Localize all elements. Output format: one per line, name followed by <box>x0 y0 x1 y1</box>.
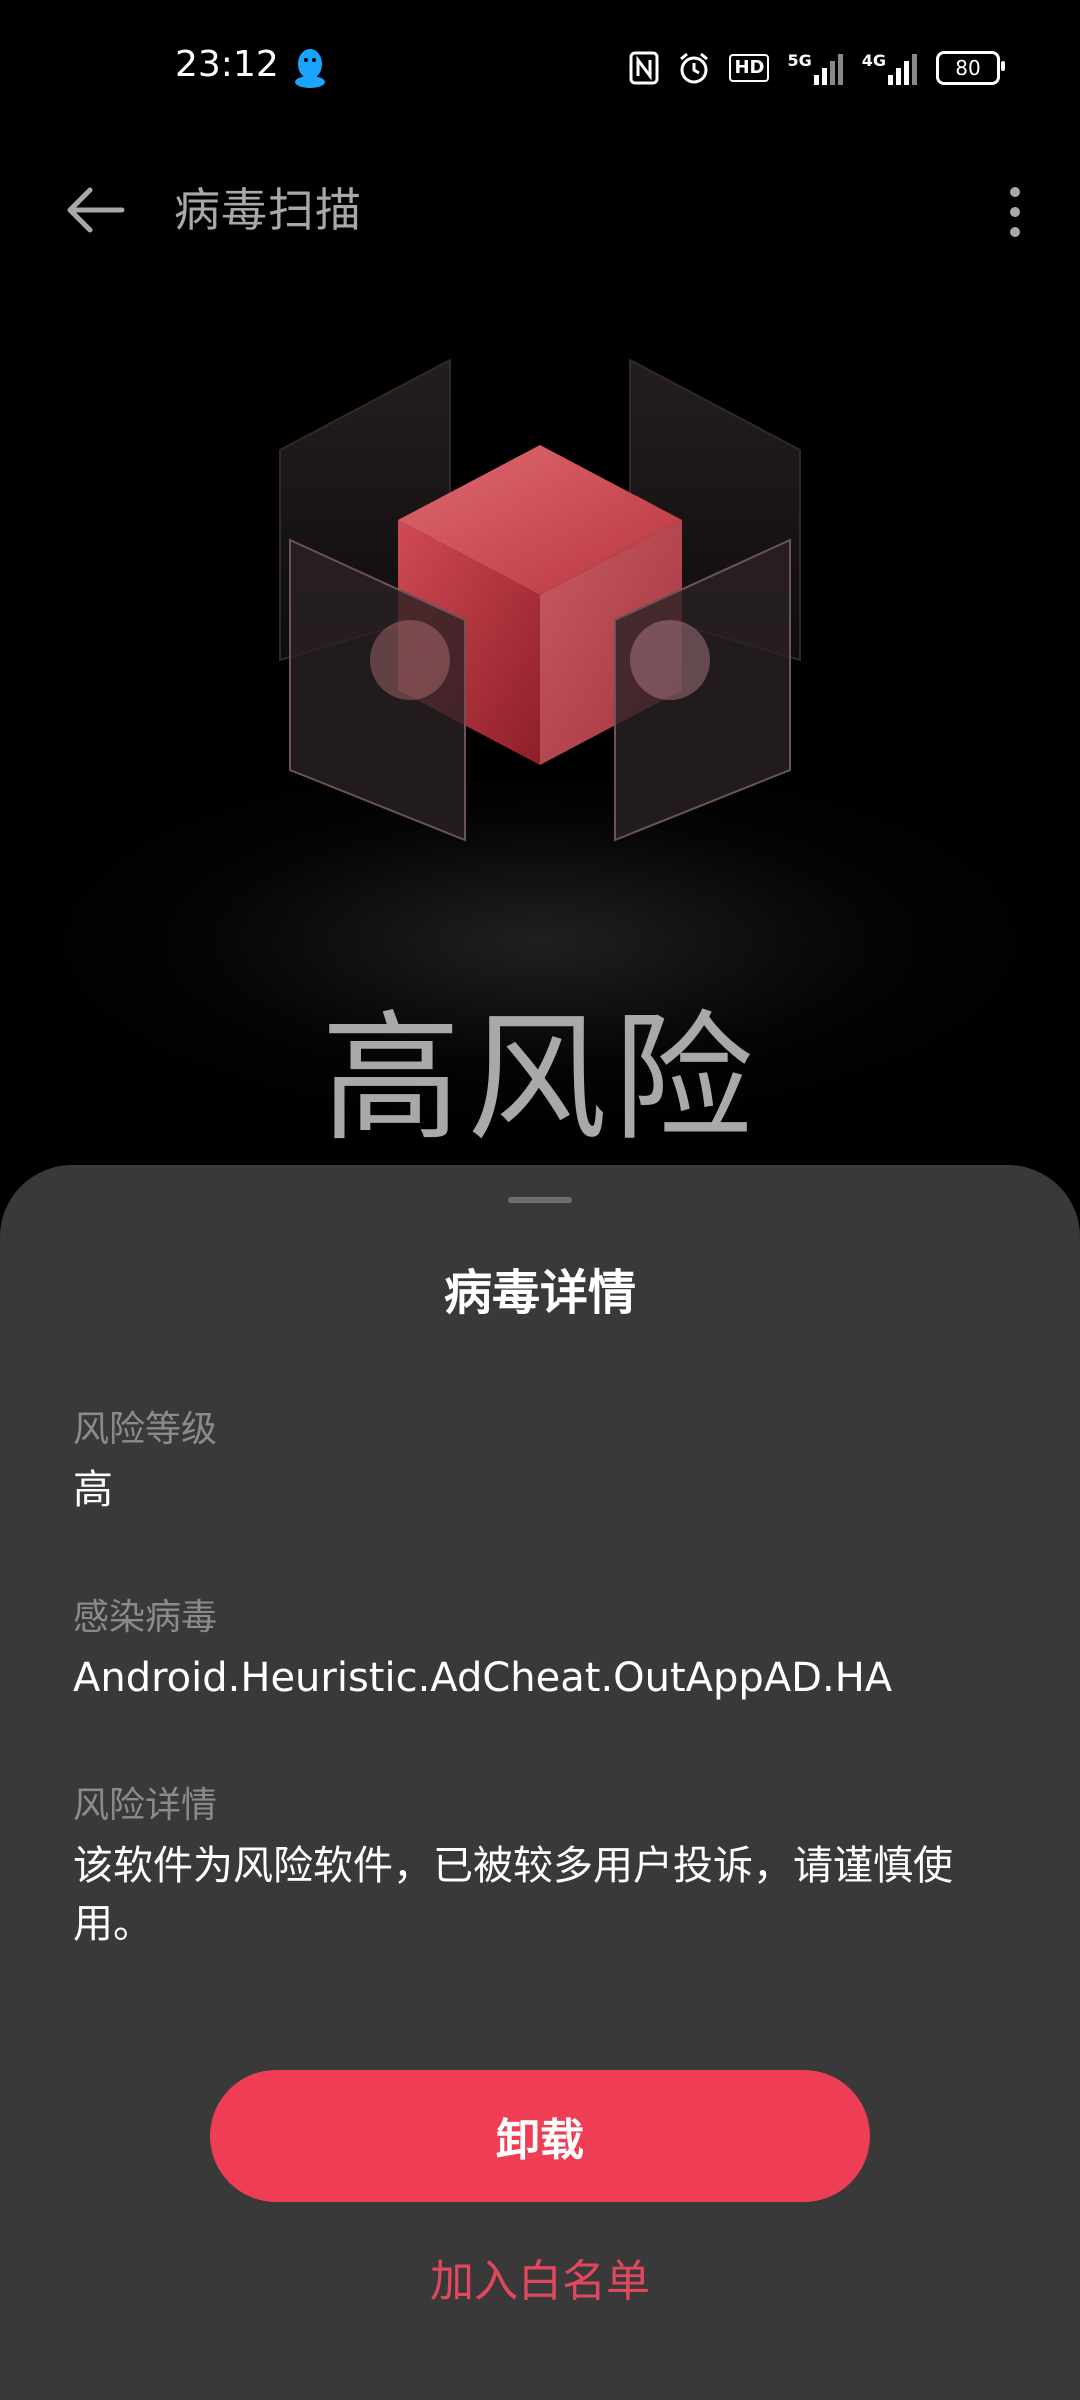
battery-level: 80 <box>955 56 981 80</box>
nfc-icon <box>629 51 659 85</box>
risk-detail-value: 该软件为风险软件，已被较多用户投诉，请谨慎使用。 <box>73 1843 953 1947</box>
hd-icon: HD <box>729 54 770 82</box>
add-to-whitelist-link[interactable]: 加入白名单 <box>0 2245 1080 2309</box>
page-title: 病毒扫描 <box>174 183 362 237</box>
virus-field: 感染病毒 Android.Heuristic.AdCheat.OutAppAD.… <box>73 1593 1013 1707</box>
risk-level-field: 风险等级 高 <box>73 1405 1013 1519</box>
virus-label: 感染病毒 <box>73 1597 218 1638</box>
back-arrow-icon[interactable] <box>60 180 130 240</box>
status-icons: HD 5G 4G 80 <box>629 48 1005 88</box>
app-bar: 病毒扫描 <box>0 160 1080 260</box>
more-options-icon[interactable] <box>990 180 1040 244</box>
risk-level-heading: 高风险 <box>320 998 759 1161</box>
risk-cube-illustration <box>279 358 801 842</box>
risk-detail-label: 风险详情 <box>73 1785 218 1826</box>
status-bar: 23:12 HD 5G 4G 80 <box>0 0 1080 140</box>
risk-level-value: 高 <box>73 1467 113 1513</box>
sheet-title: 病毒详情 <box>443 1265 636 1321</box>
risk-detail-field: 风险详情 该软件为风险软件，已被较多用户投诉，请谨慎使用。 <box>73 1781 1013 1953</box>
uninstall-button[interactable]: 卸载 <box>210 2070 870 2202</box>
battery-icon: 80 <box>936 51 1005 85</box>
status-time: 23:12 <box>175 44 279 85</box>
virus-details-sheet: 病毒详情 风险等级 高 感染病毒 Android.Heuristic.AdChe… <box>0 1165 1080 2400</box>
alarm-icon <box>680 52 709 84</box>
signal-5g-icon: 5G <box>787 51 843 85</box>
risk-level-label: 风险等级 <box>73 1409 218 1450</box>
virus-value: Android.Heuristic.AdCheat.OutAppAD.HA <box>73 1655 893 1701</box>
sheet-drag-handle[interactable] <box>508 1197 572 1203</box>
network-5g-label: 5G <box>787 51 812 70</box>
signal-4g-icon: 4G <box>862 51 918 85</box>
qq-penguin-icon <box>295 49 325 88</box>
hd-label: HD <box>734 57 765 78</box>
network-4g-label: 4G <box>861 51 886 70</box>
